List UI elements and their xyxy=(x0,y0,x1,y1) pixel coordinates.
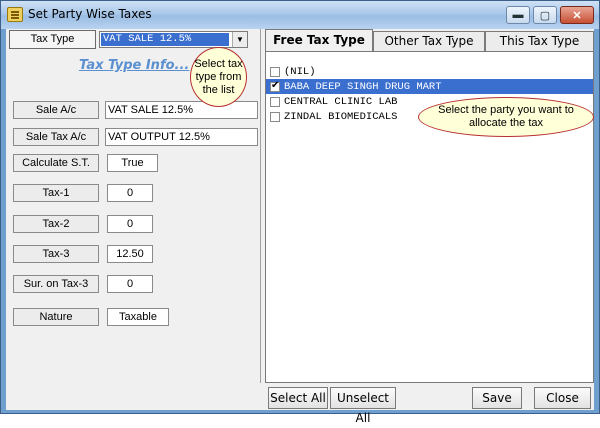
close-window-button[interactable]: ✕ xyxy=(560,6,594,24)
sale-account-label: Sale A/c xyxy=(13,101,99,119)
title-bar: Set Party Wise Taxes ▬ ▢ ✕ xyxy=(1,1,599,29)
tax-2-field[interactable]: 0 xyxy=(107,215,153,233)
close-button[interactable]: Close xyxy=(534,387,591,409)
tax-3-field[interactable]: 12.50 xyxy=(107,245,153,263)
maximize-button[interactable]: ▢ xyxy=(533,6,557,24)
dialog-client-area: Tax Type VAT SALE 12.5% ▼ Tax Type Info.… xyxy=(6,29,594,425)
party-checkbox[interactable] xyxy=(270,66,280,77)
tab-other-tax-type[interactable]: Other Tax Type xyxy=(373,31,485,51)
nature-label: Nature xyxy=(13,308,99,326)
tax-1-label: Tax-1 xyxy=(13,184,99,202)
tab-free-tax-type[interactable]: Free Tax Type xyxy=(265,29,373,51)
button-bar: Select All Unselect All Save Close xyxy=(6,385,594,425)
unselect-all-button[interactable]: Unselect All xyxy=(330,387,396,425)
calculate-st-field[interactable]: True xyxy=(107,154,158,172)
window-title: Set Party Wise Taxes xyxy=(28,7,152,21)
tax-type-label: Tax Type xyxy=(9,30,96,49)
party-checkbox[interactable] xyxy=(270,96,280,107)
save-button[interactable]: Save xyxy=(472,387,522,409)
select-all-button[interactable]: Select All xyxy=(268,387,328,409)
surcharge-tax-3-label: Sur. on Tax-3 xyxy=(13,275,99,293)
tax-2-label: Tax-2 xyxy=(13,215,99,233)
list-item[interactable]: (NIL) xyxy=(266,64,593,79)
tax-type-hint-callout: Select tax type from the list xyxy=(190,47,247,107)
party-name: BABA DEEP SINGH DRUG MART xyxy=(284,80,442,93)
sale-account-field[interactable]: VAT SALE 12.5% xyxy=(105,101,258,119)
party-checkbox[interactable] xyxy=(270,80,280,92)
tax-type-dropdown[interactable]: VAT SALE 12.5% ▼ xyxy=(99,31,248,48)
party-name: CENTRAL CLINIC LAB xyxy=(284,95,398,108)
tab-strip: Free Tax Type Other Tax Type This Tax Ty… xyxy=(265,29,594,51)
app-icon xyxy=(7,7,23,22)
list-item[interactable]: BABA DEEP SINGH DRUG MART xyxy=(266,79,593,94)
calculate-st-label: Calculate S.T. xyxy=(13,154,99,172)
party-name: (NIL) xyxy=(284,65,316,78)
party-name: ZINDAL BIOMEDICALS xyxy=(284,110,398,123)
dialog-window: Set Party Wise Taxes ▬ ▢ ✕ Tax Type VAT … xyxy=(0,0,600,425)
minimize-button[interactable]: ▬ xyxy=(506,6,530,24)
nature-field[interactable]: Taxable xyxy=(107,308,169,326)
chevron-down-icon[interactable]: ▼ xyxy=(232,32,247,47)
surcharge-tax-3-field[interactable]: 0 xyxy=(107,275,153,293)
tax-type-info-link[interactable]: Tax Type Info... xyxy=(79,58,189,73)
tax-type-selected-value[interactable]: VAT SALE 12.5% xyxy=(101,33,229,46)
party-hint-callout: Select the party you want to allocate th… xyxy=(418,97,594,137)
party-checkbox[interactable] xyxy=(270,111,280,122)
tab-this-tax-type[interactable]: This Tax Type xyxy=(485,31,594,51)
sale-tax-account-label: Sale Tax A/c xyxy=(13,128,99,146)
tax-1-field[interactable]: 0 xyxy=(107,184,153,202)
tax-3-label: Tax-3 xyxy=(13,245,99,263)
sale-tax-account-field[interactable]: VAT OUTPUT 12.5% xyxy=(105,128,258,146)
